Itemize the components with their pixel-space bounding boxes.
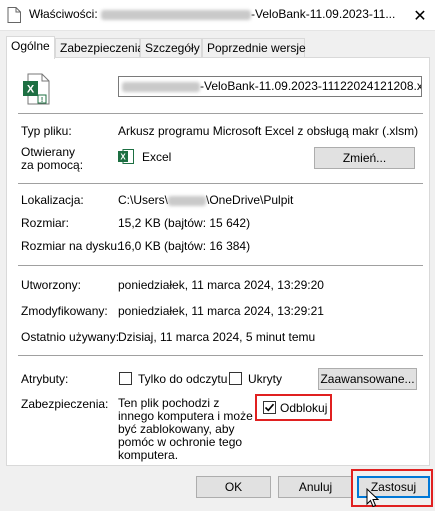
svg-text:!: ! [41,97,43,104]
readonly-checkbox[interactable] [119,372,132,385]
modified-label: Zmodyfikowany: [21,304,108,318]
hidden-label: Ukryty [248,372,282,386]
tab-previous-versions[interactable]: Poprzednie wersje [202,38,306,58]
size-label: Rozmiar: [21,216,70,230]
redacted-username [168,195,207,206]
cancel-button[interactable]: Anuluj [278,476,353,498]
file-type-label: Typ pliku: [21,124,72,138]
security-label: Zabezpieczenia: [21,397,109,411]
unblock-label: Odblokuj [280,401,328,415]
security-message: Ten plik pochodzi z innego komputera i m… [118,396,253,462]
divider [18,265,423,266]
hidden-checkbox[interactable] [229,372,242,385]
file-icon [7,7,21,23]
tab-security[interactable]: Zabezpieczenia [55,38,144,58]
location-value: C:\Users\ \OneDrive\Pulpit [118,193,294,207]
created-label: Utworzony: [21,278,82,292]
excel-file-icon: X ! [23,73,50,105]
divider [18,113,423,114]
filename-input[interactable]: -VeloBank-11.09.2023-11122024121208.xlsm [118,76,422,97]
close-icon: ✕ [413,7,427,25]
modified-value: poniedziałek, 11 marca 2024, 13:29:21 [118,304,324,318]
general-tab-panel: X ! -VeloBank-11.09.2023-11122024121208.… [6,57,430,466]
divider [18,355,423,356]
tab-general[interactable]: Ogólne [6,36,55,59]
accessed-label: Ostatnio używany: [21,330,120,344]
divider [18,183,423,184]
close-button[interactable]: ✕ [405,0,435,31]
unblock-checkbox[interactable] [263,401,276,414]
attributes-label: Atrybuty: [21,372,69,386]
svg-text:X: X [27,84,35,96]
mouse-cursor-icon [366,488,380,508]
ok-button[interactable]: OK [196,476,271,498]
size-value: 15,2 KB (bajtów: 15 642) [118,216,251,230]
redacted-filename [101,9,252,20]
opens-with-value: Excel [142,150,172,164]
excel-app-icon: X [118,149,134,164]
readonly-label: Tylko do odczytu [138,372,228,386]
disk-size-label: Rozmiar na dysku: [21,239,121,253]
change-button[interactable]: Zmień... [314,147,415,169]
advanced-button[interactable]: Zaawansowane... [318,368,417,390]
window-title: Właściwości: -VeloBank-11.09.2023-11... [29,7,396,21]
svg-text:X: X [120,153,126,162]
redacted-filename [122,81,200,92]
title-bar: Właściwości: -VeloBank-11.09.2023-11... … [0,0,435,31]
accessed-value: Dzisiaj, 11 marca 2024, 5 minut temu [118,330,316,344]
location-label: Lokalizacja: [21,193,84,207]
disk-size-value: 16,0 KB (bajtów: 16 384) [118,239,251,253]
checkmark-icon [264,403,275,412]
tab-details[interactable]: Szczegóły [140,38,202,58]
created-value: poniedziałek, 11 marca 2024, 13:29:20 [118,278,324,292]
file-type-value: Arkusz programu Microsoft Excel z obsług… [118,124,419,138]
opens-with-label: Otwierany za pomocą: [21,145,84,172]
